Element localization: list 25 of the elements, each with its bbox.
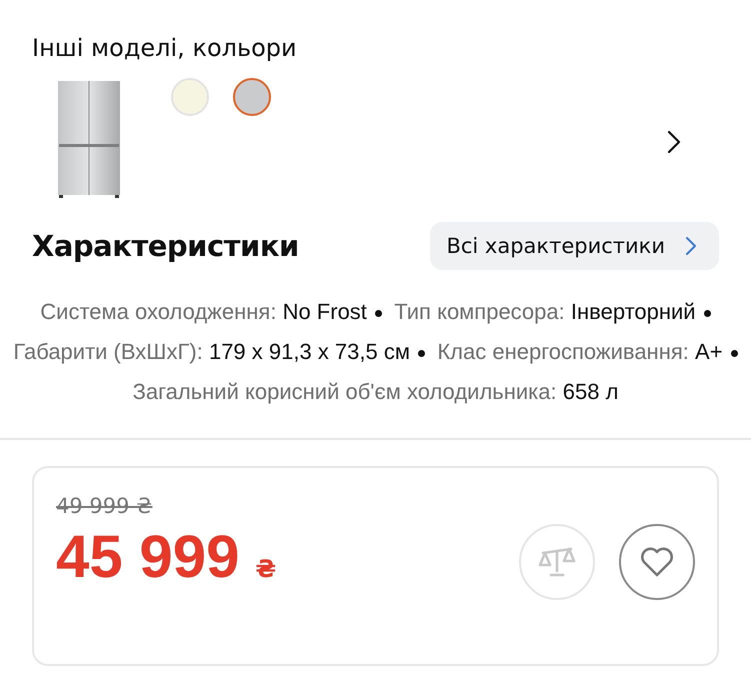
spec-value: 179 x 91,3 x 73,5 см bbox=[208, 339, 410, 364]
bullet-icon bbox=[704, 310, 711, 317]
spec-label: Система охолодження: bbox=[40, 299, 276, 324]
spec-label: Габарити (ВхШхГ): bbox=[13, 339, 203, 364]
section-title: Характеристики bbox=[32, 229, 299, 263]
old-price: 49 999 ₴ bbox=[56, 494, 152, 518]
bullet-icon bbox=[730, 350, 738, 357]
bullet-icon bbox=[375, 310, 382, 317]
spec-value: 658 л bbox=[562, 379, 618, 404]
all-specs-button[interactable]: Всі характеристики bbox=[430, 222, 719, 270]
spec-label: Клас енергоспоживання: bbox=[437, 339, 689, 364]
color-swatch[interactable] bbox=[233, 78, 271, 116]
spec-label: Загальний корисний об'єм холодильника: bbox=[132, 379, 557, 404]
bullet-icon bbox=[418, 350, 426, 357]
heart-icon bbox=[639, 546, 675, 578]
spec-label: Тип компресора: bbox=[394, 299, 565, 324]
spec-value: No Frost bbox=[282, 299, 367, 324]
chevron-right-icon[interactable] bbox=[667, 130, 681, 154]
spec-value: A+ bbox=[695, 339, 723, 364]
current-price: 45 999 bbox=[56, 522, 240, 592]
scales-icon bbox=[537, 545, 577, 579]
currency-sign: ₴ bbox=[256, 555, 276, 583]
spec-value: Інверторний bbox=[570, 299, 696, 324]
chevron-right-icon bbox=[685, 236, 697, 256]
section-title: Інші моделі, кольори bbox=[32, 33, 298, 64]
